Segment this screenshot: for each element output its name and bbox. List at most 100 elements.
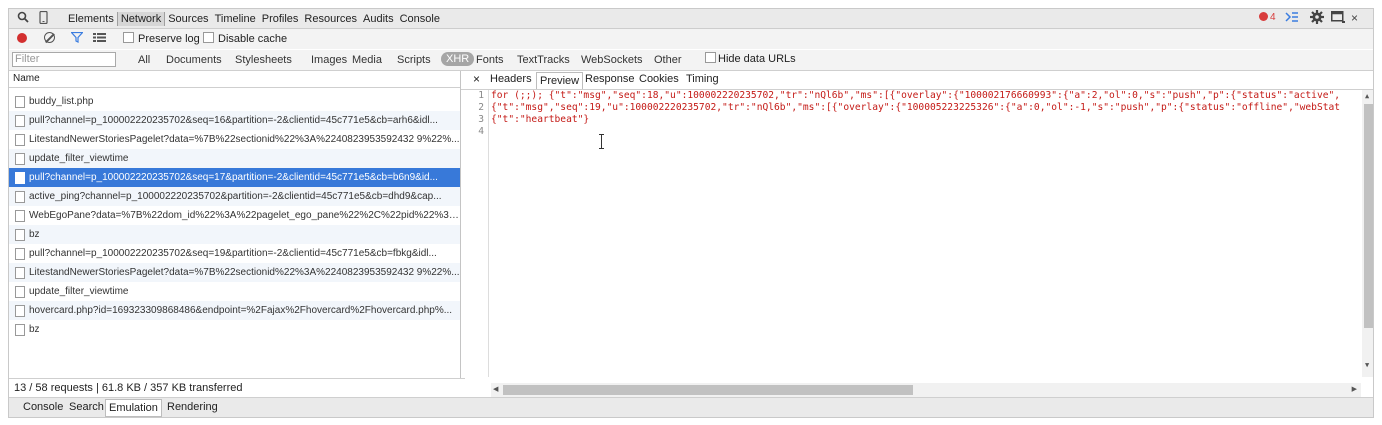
filter-websockets[interactable]: WebSockets	[581, 54, 643, 66]
request-row[interactable]: LitestandNewerStoriesPagelet?data=%7B%22…	[9, 263, 460, 282]
name-column-header[interactable]: Name	[9, 71, 460, 88]
request-detail-pane: × Headers Preview Response Cookies Timing 12…	[461, 71, 1373, 397]
detail-tab-timing[interactable]: Timing	[684, 73, 721, 85]
filter-icon[interactable]	[70, 31, 84, 46]
request-name: bz	[29, 324, 40, 335]
scroll-up-icon[interactable]: ▲	[1365, 92, 1369, 100]
scroll-down-icon[interactable]: ▼	[1365, 361, 1369, 369]
preserve-log-label: Preserve log	[138, 33, 200, 45]
file-icon	[15, 267, 25, 279]
drawer-tab-emulation[interactable]: Emulation	[105, 399, 162, 417]
search-icon[interactable]	[17, 11, 29, 26]
tab-resources[interactable]: Resources	[301, 12, 360, 26]
code-line: for (;;); {"t":"msg","seq":18,"u":100002…	[491, 90, 1341, 101]
close-icon[interactable]: ×	[1351, 11, 1358, 25]
request-row[interactable]: hovercard.php?id=169323309868486&endpoin…	[9, 301, 460, 320]
request-row[interactable]: LitestandNewerStoriesPagelet?data=%7B%22…	[9, 130, 460, 149]
request-name: buddy_list.php	[29, 96, 94, 107]
tab-sources[interactable]: Sources	[165, 12, 211, 26]
file-icon	[15, 210, 25, 222]
close-detail-icon[interactable]: ×	[471, 72, 482, 86]
request-row[interactable]: buddy_list.php	[9, 92, 460, 111]
tab-audits[interactable]: Audits	[360, 12, 397, 26]
record-icon[interactable]	[17, 33, 27, 43]
filter-other[interactable]: Other	[654, 54, 682, 66]
dock-side-icon[interactable]	[1331, 11, 1345, 26]
file-icon	[15, 153, 25, 165]
disable-cache-checkbox[interactable]: Disable cache	[203, 32, 287, 45]
detail-tab-cookies[interactable]: Cookies	[637, 73, 681, 85]
horizontal-scrollbar[interactable]: ◀ ▶	[491, 383, 1361, 397]
gear-icon[interactable]	[1310, 10, 1324, 27]
file-icon	[15, 248, 25, 260]
detail-tab-response[interactable]: Response	[583, 73, 637, 85]
drawer-tabs: Console Search Emulation Rendering	[9, 397, 1373, 417]
drawer-tab-rendering[interactable]: Rendering	[165, 401, 220, 413]
filter-all[interactable]: All	[138, 54, 150, 66]
request-list-pane: Name buddy_list.php pull?channel=p_100002…	[9, 71, 465, 397]
filter-xhr[interactable]: XHR	[441, 52, 475, 66]
request-row[interactable]: pull?channel=p_100002220235702&seq=16&pa…	[9, 111, 460, 130]
preserve-log-checkbox[interactable]: Preserve log	[123, 32, 200, 45]
request-name: pull?channel=p_100002220235702&seq=17&pa…	[29, 172, 438, 183]
detail-tabs: × Headers Preview Response Cookies Timing	[461, 71, 1373, 90]
filter-documents[interactable]: Documents	[166, 54, 222, 66]
large-rows-icon[interactable]	[93, 33, 106, 45]
code-lines[interactable]: for (;;); {"t":"msg","seq":18,"u":100002…	[491, 90, 1361, 138]
error-count: 4	[1270, 12, 1276, 23]
request-name: hovercard.php?id=169323309868486&endpoin…	[29, 305, 453, 316]
line-number-gutter: 1234	[461, 90, 489, 377]
drawer-tab-search[interactable]: Search	[67, 401, 106, 413]
request-row[interactable]: WebEgoPane?data=%7B%22dom_id%22%3A%22pag…	[9, 206, 460, 225]
drawer-toggle-icon[interactable]	[1285, 11, 1299, 26]
request-name: bz	[29, 229, 40, 240]
filter-media[interactable]: Media	[352, 54, 382, 66]
request-name: active_ping?channel=p_100002220235702&pa…	[29, 191, 442, 202]
tab-elements[interactable]: Elements	[65, 12, 117, 26]
file-icon	[15, 324, 25, 336]
drawer-tab-console[interactable]: Console	[21, 401, 65, 413]
filter-fonts[interactable]: Fonts	[476, 54, 504, 66]
filter-input[interactable]: Filter	[12, 52, 116, 67]
vertical-scroll-thumb[interactable]	[1364, 104, 1373, 328]
error-counter[interactable]: 4	[1259, 12, 1276, 23]
network-summary: 13 / 58 requests | 61.8 KB / 357 KB tran…	[9, 378, 465, 397]
request-row[interactable]: pull?channel=p_100002220235702&seq=19&pa…	[9, 244, 460, 263]
device-mode-icon[interactable]	[39, 10, 48, 27]
filter-images[interactable]: Images	[311, 54, 347, 66]
request-row[interactable]: update_filter_viewtime	[9, 282, 460, 301]
code-line: {"t":"heartbeat"}	[491, 114, 590, 125]
disable-cache-box[interactable]	[203, 32, 214, 43]
filter-texttracks[interactable]: TextTracks	[517, 54, 570, 66]
clear-icon[interactable]	[44, 32, 55, 43]
line-number: 3	[478, 114, 484, 125]
tab-console[interactable]: Console	[397, 12, 443, 26]
vertical-scrollbar[interactable]: ▲ ▼	[1362, 90, 1373, 377]
file-icon	[15, 286, 25, 298]
request-row[interactable]: bz	[9, 320, 460, 339]
filter-stylesheets[interactable]: Stylesheets	[235, 54, 292, 66]
file-icon	[15, 191, 25, 203]
filter-bar: Filter All Documents Stylesheets Images Medi…	[9, 50, 1373, 71]
line-number: 1	[478, 90, 484, 101]
detail-tab-headers[interactable]: Headers	[488, 73, 534, 85]
hide-data-urls-checkbox[interactable]: Hide data URLs	[705, 52, 796, 65]
disable-cache-label: Disable cache	[218, 33, 288, 45]
file-icon	[15, 115, 25, 127]
request-row[interactable]: bz	[9, 225, 460, 244]
preserve-log-box[interactable]	[123, 32, 134, 43]
request-list: buddy_list.php pull?channel=p_10000222023…	[9, 92, 460, 339]
detail-tab-preview[interactable]: Preview	[536, 72, 584, 89]
horizontal-scroll-thumb[interactable]	[503, 385, 913, 395]
request-row[interactable]: active_ping?channel=p_100002220235702&pa…	[9, 187, 460, 206]
scroll-left-icon[interactable]: ◀	[493, 385, 498, 393]
hide-data-urls-box[interactable]	[705, 52, 716, 63]
scroll-right-icon[interactable]: ▶	[1352, 385, 1357, 393]
request-row[interactable]: update_filter_viewtime	[9, 149, 460, 168]
request-row[interactable]: pull?channel=p_100002220235702&seq=17&pa…	[9, 168, 460, 187]
filter-scripts[interactable]: Scripts	[397, 54, 431, 66]
tab-timeline[interactable]: Timeline	[212, 12, 259, 26]
tab-profiles[interactable]: Profiles	[259, 12, 302, 26]
tab-network[interactable]: Network	[116, 12, 166, 26]
